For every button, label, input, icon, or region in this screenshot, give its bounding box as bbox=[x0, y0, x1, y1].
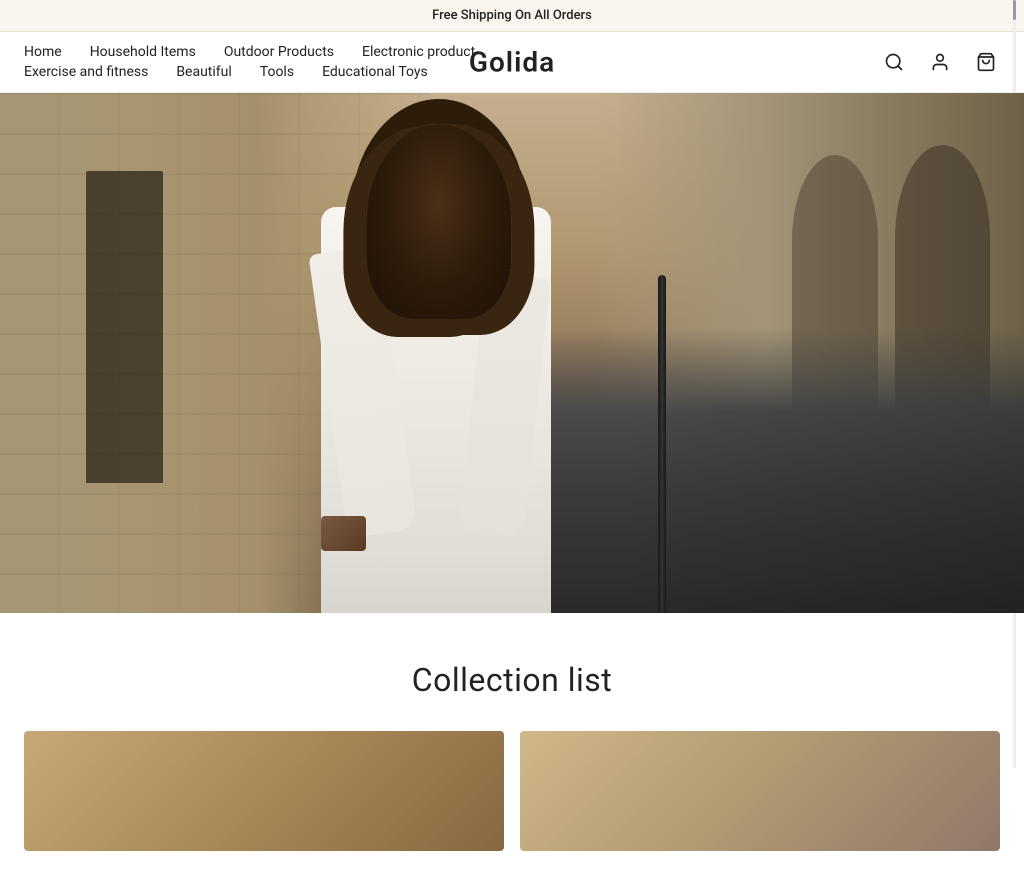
nav-educational-toys[interactable]: Educational Toys bbox=[322, 64, 428, 80]
cart-button[interactable] bbox=[972, 48, 1000, 76]
nav-secondary: Exercise and fitness Beautiful Tools Edu… bbox=[24, 64, 428, 80]
site-header: Golida Home Household Items Outdoor Prod… bbox=[0, 32, 1024, 93]
account-button[interactable] bbox=[926, 48, 954, 76]
nav-household-items[interactable]: Household Items bbox=[90, 44, 196, 60]
nav-exercise-fitness[interactable]: Exercise and fitness bbox=[24, 64, 148, 80]
collection-grid bbox=[24, 731, 1000, 851]
header-inner: Golida Home Household Items Outdoor Prod… bbox=[24, 32, 1000, 92]
hero-building-door bbox=[86, 171, 163, 483]
collection-card-2[interactable] bbox=[520, 731, 1000, 851]
header-icons bbox=[880, 48, 1000, 76]
nav-primary: Home Household Items Outdoor Products El… bbox=[24, 44, 475, 60]
nav-tools[interactable]: Tools bbox=[260, 64, 294, 80]
hero-hair bbox=[366, 124, 511, 319]
hero-section bbox=[0, 93, 1024, 613]
nav-outdoor-products[interactable]: Outdoor Products bbox=[224, 44, 334, 60]
nav-beautiful[interactable]: Beautiful bbox=[176, 64, 231, 80]
hero-person-container bbox=[256, 93, 616, 613]
hero-pole bbox=[658, 275, 666, 613]
account-icon bbox=[930, 52, 950, 72]
hero-bag bbox=[321, 516, 366, 551]
collection-section: Collection list bbox=[0, 613, 1024, 875]
collection-card-1[interactable] bbox=[24, 731, 504, 851]
collection-title: Collection list bbox=[24, 661, 1000, 699]
cart-icon bbox=[976, 52, 996, 72]
site-logo[interactable]: Golida bbox=[469, 46, 555, 79]
scrollbar-thumb[interactable] bbox=[1013, 0, 1016, 20]
announcement-bar: Free Shipping On All Orders bbox=[0, 0, 1024, 32]
search-icon bbox=[884, 52, 904, 72]
search-button[interactable] bbox=[880, 48, 908, 76]
nav-home[interactable]: Home bbox=[24, 44, 62, 60]
announcement-text: Free Shipping On All Orders bbox=[432, 8, 592, 23]
nav-electronic-product[interactable]: Electronic product bbox=[362, 44, 475, 60]
